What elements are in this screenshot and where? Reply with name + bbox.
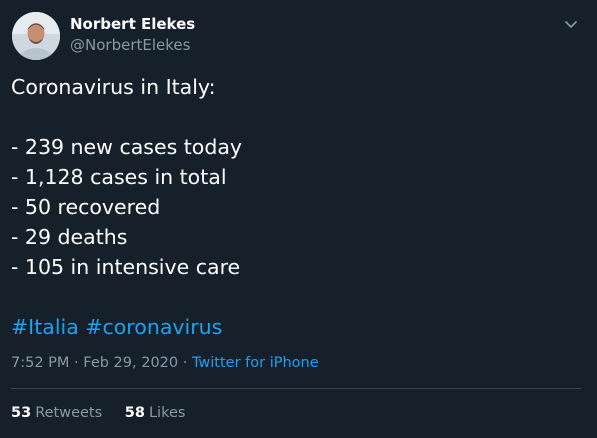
- tweet-card: Norbert Elekes @NorbertElekes Coronaviru…: [0, 0, 597, 438]
- tweet-metadata: 7:52 PM · Feb 29, 2020 · Twitter for iPh…: [11, 355, 319, 371]
- display-name[interactable]: Norbert Elekes: [70, 15, 195, 34]
- hashtag-link[interactable]: #Italia: [11, 315, 79, 339]
- chevron-down-icon[interactable]: [561, 14, 581, 34]
- retweets-label: Retweets: [35, 405, 103, 421]
- engagement-stats: 53 Retweets 58 Likes: [11, 405, 185, 421]
- tweet-line: - 105 in intensive care: [11, 255, 241, 279]
- hashtag-link[interactable]: #coronavirus: [85, 315, 222, 339]
- tweet-line: - 50 recovered: [11, 195, 161, 219]
- user-handle[interactable]: @NorbertElekes: [70, 36, 195, 55]
- meta-separator: ·: [178, 355, 192, 371]
- retweets-count: 53: [11, 405, 32, 421]
- retweets-stat[interactable]: 53 Retweets: [11, 405, 102, 421]
- tweet-line: - 239 new cases today: [11, 135, 243, 159]
- likes-label: Likes: [148, 405, 186, 421]
- tweet-time[interactable]: 7:52 PM: [11, 355, 69, 371]
- avatar-image: [12, 12, 60, 60]
- avatar[interactable]: [12, 12, 60, 60]
- divider: [11, 388, 581, 389]
- tweet-text: Coronavirus in Italy: - 239 new cases to…: [11, 72, 581, 342]
- tweet-date[interactable]: Feb 29, 2020: [83, 355, 178, 371]
- hashtag-line: #Italia #coronavirus: [11, 312, 581, 342]
- tweet-source-link[interactable]: Twitter for iPhone: [192, 355, 319, 371]
- meta-separator: ·: [69, 355, 84, 371]
- likes-count: 58: [124, 405, 145, 421]
- likes-stat[interactable]: 58 Likes: [125, 405, 186, 421]
- tweet-line: - 29 deaths: [11, 225, 128, 249]
- tweet-line: Coronavirus in Italy:: [11, 75, 216, 99]
- author-info: Norbert Elekes @NorbertElekes: [70, 15, 195, 55]
- tweet-line: - 1,128 cases in total: [11, 165, 227, 189]
